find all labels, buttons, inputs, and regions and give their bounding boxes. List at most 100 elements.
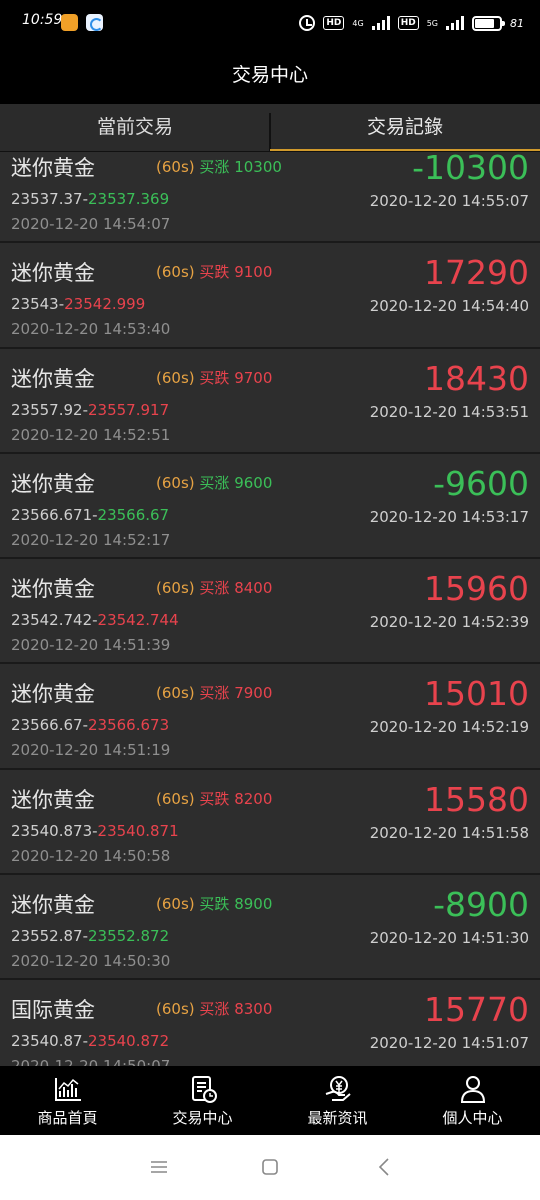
trade-record-row[interactable]: 国际黄金 (60s) 买涨 8300 23540.87-23540.872 2020-… [0, 980, 540, 1066]
price-range: 23540.87-23540.872 [11, 1032, 169, 1050]
trade-record-row[interactable]: 迷你黄金 (60s) 买跌 9700 23557.92-23557.917 2020-… [0, 348, 540, 454]
open-price: 23542.742- [11, 611, 98, 630]
order-duration: (60s) [156, 579, 195, 598]
open-time: 2020-12-20 14:51:19 [11, 741, 171, 760]
order-duration: (60s) [156, 368, 195, 387]
chart-icon [54, 1078, 81, 1101]
profit-loss: -10300 [412, 152, 529, 187]
order-direction: 买涨 [199, 684, 230, 703]
yuan-hand-icon [325, 1076, 351, 1101]
order-duration: (60s) [156, 895, 195, 914]
document-clock-icon [191, 1076, 217, 1103]
tab-current-trades[interactable]: 當前交易 [0, 104, 270, 151]
close-time: 2020-12-20 14:52:39 [369, 613, 529, 632]
order-direction: 买跌 [199, 789, 230, 808]
tab-trade-records[interactable]: 交易記錄 [270, 104, 540, 151]
nav-item-news[interactable]: 最新资讯 [270, 1066, 405, 1135]
order-tag: (60s) 买跌 9700 [156, 367, 272, 388]
product-name: 迷你黄金 [11, 471, 95, 496]
trade-record-row[interactable]: 迷你黄金 (60s) 买涨 9600 23566.671-23566.67 2020-… [0, 453, 540, 560]
order-duration: (60s) [156, 473, 195, 492]
nav-item-home[interactable]: 商品首頁 [0, 1066, 135, 1135]
open-price: 23566.671- [11, 505, 98, 524]
order-tag: (60s) 买跌 8200 [156, 788, 272, 809]
nav-item-trade-center[interactable]: 交易中心 [135, 1066, 270, 1135]
nav-label: 交易中心 [172, 1109, 233, 1127]
bottom-nav: 商品首頁 交易中心 最新资讯 個人中心 [0, 1066, 540, 1135]
home-square-icon[interactable] [258, 1155, 282, 1179]
close-time: 2020-12-20 14:51:30 [369, 929, 529, 948]
open-price: 23543- [11, 295, 65, 314]
close-price: 23557.917 [88, 400, 170, 419]
profit-loss: 15770 [424, 990, 529, 1030]
order-tag: (60s) 买跌 9100 [156, 261, 272, 282]
system-nav-bar [0, 1135, 540, 1200]
price-range: 23552.87-23552.872 [11, 927, 169, 945]
close-time: 2020-12-20 14:54:40 [369, 297, 529, 316]
product-name: 迷你黄金 [11, 682, 95, 707]
product-name: 迷你黄金 [11, 261, 95, 286]
open-price: 23540.87- [11, 1032, 88, 1051]
nav-label: 個人中心 [442, 1109, 503, 1127]
open-time: 2020-12-20 14:51:39 [11, 636, 171, 655]
open-time: 2020-12-20 14:50:30 [11, 952, 171, 971]
profit-loss: 18430 [424, 358, 529, 398]
product-name: 迷你黄金 [11, 787, 95, 812]
status-indicators: HD 4G HD 5G 81 [299, 10, 524, 36]
open-price: 23552.87- [11, 927, 88, 946]
close-time: 2020-12-20 14:51:07 [369, 1034, 529, 1053]
close-price: 23540.871 [97, 821, 179, 840]
order-tag: (60s) 买涨 10300 [156, 156, 282, 177]
close-time: 2020-12-20 14:52:19 [369, 718, 529, 737]
status-time: 10:59 [22, 12, 63, 28]
close-price: 23552.872 [88, 927, 170, 946]
price-range: 23566.671-23566.67 [11, 506, 169, 524]
trade-record-row[interactable]: 迷你黄金 (60s) 买涨 7900 23566.67-23566.673 2020-… [0, 664, 540, 770]
order-tag: (60s) 买涨 7900 [156, 682, 272, 703]
user-icon [460, 1076, 485, 1103]
product-name: 国际黄金 [11, 998, 95, 1023]
order-amount: 7900 [234, 684, 273, 703]
order-direction: 买跌 [199, 895, 230, 914]
order-tag: (60s) 买跌 8900 [156, 893, 272, 914]
open-price: 23540.873- [11, 821, 98, 840]
product-name: 迷你黄金 [11, 366, 95, 391]
price-range: 23566.67-23566.673 [11, 716, 169, 734]
order-direction: 买涨 [199, 158, 230, 176]
trade-record-row[interactable]: 迷你黄金 (60s) 买跌 8200 23540.873-23540.871 2020… [0, 769, 540, 876]
open-time: 2020-12-20 14:52:17 [11, 530, 171, 549]
open-time: 2020-12-20 14:50:58 [11, 846, 171, 865]
price-range: 23537.37-23537.369 [11, 190, 169, 208]
order-amount: 10300 [234, 158, 282, 176]
open-price: 23557.92- [11, 400, 88, 419]
order-direction: 买跌 [199, 263, 230, 282]
order-tag: (60s) 买涨 8400 [156, 577, 272, 598]
order-direction: 买跌 [199, 368, 230, 387]
back-chevron-icon[interactable] [373, 1155, 397, 1179]
menu-icon[interactable] [147, 1155, 171, 1179]
profit-loss: -8900 [433, 885, 529, 925]
trade-record-row[interactable]: 迷你黄金 (60s) 买涨 8400 23542.742-23542.744 2020… [0, 559, 540, 665]
price-range: 23542.742-23542.744 [11, 611, 179, 629]
nav-item-profile[interactable]: 個人中心 [405, 1066, 540, 1135]
order-duration: (60s) [156, 158, 195, 176]
order-direction: 买涨 [199, 473, 230, 492]
trade-records-list[interactable]: 迷你黄金 (60s) 买涨 10300 23537.37-23537.369 2020… [0, 152, 540, 1066]
profit-loss: 15960 [424, 569, 529, 609]
trade-record-row[interactable]: 迷你黄金 (60s) 买涨 10300 23537.37-23537.369 2020… [0, 152, 540, 244]
order-direction: 买涨 [199, 1000, 230, 1019]
battery-text: 81 [510, 16, 524, 30]
trade-record-row[interactable]: 迷你黄金 (60s) 买跌 8900 23552.87-23552.872 2020-… [0, 875, 540, 981]
alarm-icon [299, 15, 316, 31]
price-range: 23543-23542.999 [11, 295, 145, 313]
product-name: 迷你黄金 [11, 893, 95, 918]
nav-label: 最新资讯 [307, 1109, 368, 1127]
product-name: 迷你黄金 [11, 577, 95, 602]
order-amount: 8200 [234, 789, 273, 808]
close-price: 23542.744 [97, 611, 179, 630]
trade-record-row[interactable]: 迷你黄金 (60s) 买跌 9100 23543-23542.999 2020-12-… [0, 243, 540, 349]
order-amount: 9700 [234, 368, 273, 387]
profit-loss: 17290 [424, 253, 529, 293]
close-time: 2020-12-20 14:55:07 [369, 192, 529, 210]
close-price: 23566.67 [97, 505, 170, 524]
